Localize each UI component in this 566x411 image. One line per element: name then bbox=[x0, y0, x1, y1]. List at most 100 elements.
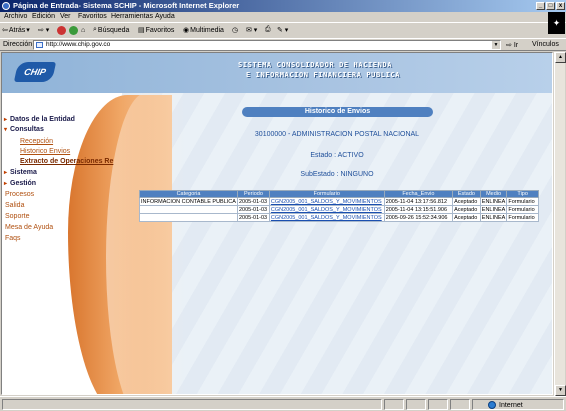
address-label: Dirección bbox=[3, 41, 33, 48]
nav-consultas[interactable]: ▾ Consultas bbox=[4, 126, 44, 133]
address-input[interactable]: http://www.chip.gov.co ▼ bbox=[33, 40, 501, 50]
history-table: Categoria Periodo Formulario Fecha_Envio… bbox=[139, 190, 539, 222]
menu-herramientas[interactable]: Herramientas bbox=[111, 13, 153, 20]
ie-icon bbox=[2, 2, 10, 10]
mail-icon: ✉ ▾ bbox=[246, 27, 258, 34]
header-title-line2: E INFORMACION FINANCIERA PUBLICA bbox=[246, 71, 401, 79]
nav-sistema[interactable]: ▸ Sistema bbox=[4, 169, 37, 176]
col-periodo: Periodo bbox=[236, 190, 270, 198]
cell-medio: ENLINEA bbox=[479, 197, 508, 206]
dropdown-icon: ▾ bbox=[26, 27, 30, 34]
nav-datos-label: Datos de la Entidad bbox=[10, 116, 75, 123]
entity-substatus: SubEstado : NINGUNO bbox=[300, 171, 374, 178]
cell-formulario-link[interactable]: CGN2005_001_SALDOS_Y_MOVIMIENTOS bbox=[268, 197, 385, 206]
chevron-down-icon[interactable]: ▼ bbox=[492, 41, 500, 49]
refresh-icon bbox=[69, 25, 78, 35]
cell-formulario-link[interactable]: CGN2005_001_SALDOS_Y_MOVIMIENTOS bbox=[268, 205, 385, 214]
back-label: Atrás bbox=[8, 26, 26, 34]
cell-tipo: Formulario bbox=[506, 213, 539, 222]
table-row: INFORMACION CONTABLE PUBLICA 2005-01-03 … bbox=[139, 197, 539, 206]
multimedia-icon: ◉ bbox=[183, 27, 190, 34]
vertical-scrollbar[interactable]: ▲ ▼ bbox=[554, 52, 566, 396]
status-bar: Internet bbox=[0, 396, 566, 411]
multimedia-button[interactable]: ◉ Multimedia bbox=[183, 25, 224, 35]
menu-edicion[interactable]: Edición bbox=[32, 13, 55, 20]
nav-recepcion[interactable]: Recepción bbox=[20, 138, 53, 145]
nav-consultas-label: Consultas bbox=[10, 126, 44, 133]
nav-sistema-label: Sistema bbox=[10, 169, 37, 176]
cell-categoria bbox=[139, 213, 238, 222]
menu-ver[interactable]: Ver bbox=[60, 13, 71, 20]
cell-fecha: 2005-11-04 13:17:56.812 bbox=[383, 197, 454, 206]
scroll-down-button[interactable]: ▼ bbox=[555, 385, 566, 396]
header-title-line1: SISTEMA CONSOLIDADOR DE HACIENDA bbox=[238, 61, 393, 69]
scroll-up-button[interactable]: ▲ bbox=[555, 52, 566, 63]
page-content: CHIP SISTEMA CONSOLIDADOR DE HACIENDA E … bbox=[1, 52, 553, 395]
print-button[interactable]: ⎙ bbox=[265, 25, 271, 35]
windows-logo-icon: ✦ bbox=[548, 12, 565, 34]
status-pane bbox=[384, 399, 404, 410]
status-text-pane bbox=[2, 399, 382, 410]
cell-fecha: 2005-09-26 15:52:34.906 bbox=[383, 213, 454, 222]
menu-archivo[interactable]: Archivo bbox=[4, 13, 27, 20]
nav-procesos[interactable]: Procesos bbox=[5, 191, 34, 198]
swoosh-highlight bbox=[106, 93, 186, 394]
nav-soporte[interactable]: Soporte bbox=[5, 213, 30, 220]
site-header: CHIP SISTEMA CONSOLIDADOR DE HACIENDA E … bbox=[2, 53, 552, 93]
status-pane bbox=[428, 399, 448, 410]
title-bar: Página de Entrada- Sistema SCHIP - Micro… bbox=[0, 0, 566, 12]
cell-estado: Aceptado bbox=[452, 205, 481, 214]
nav-extracto-operaciones[interactable]: Extracto de Operaciones Re bbox=[20, 158, 113, 165]
go-button[interactable]: ⇨ Ir bbox=[506, 41, 518, 49]
links-button[interactable]: Vínculos bbox=[532, 41, 559, 48]
back-button[interactable]: ⇦ Atrás ▾ bbox=[2, 25, 30, 35]
history-button[interactable]: ◷ bbox=[232, 25, 238, 35]
page-icon bbox=[36, 42, 43, 48]
menu-favoritos[interactable]: Favoritos bbox=[78, 13, 107, 20]
cell-estado: Aceptado bbox=[452, 197, 481, 206]
cell-formulario-link[interactable]: CGN2005_001_SALDOS_Y_MOVIMIENTOS bbox=[268, 213, 385, 222]
globe-icon bbox=[488, 401, 496, 409]
col-tipo: Tipo bbox=[506, 190, 539, 198]
col-categoria: Categoria bbox=[139, 190, 238, 198]
search-label: Búsqueda bbox=[97, 26, 130, 34]
table-row: 2005-01-03 CGN2005_001_SALDOS_Y_MOVIMIEN… bbox=[139, 205, 539, 214]
nav-mesa-ayuda[interactable]: Mesa de Ayuda bbox=[5, 224, 53, 231]
entity-status: Estado : ACTIVO bbox=[310, 152, 364, 159]
close-button[interactable]: x bbox=[556, 2, 565, 10]
nav-historico-envios[interactable]: Historico Envios bbox=[20, 148, 70, 155]
stop-button[interactable] bbox=[57, 25, 66, 35]
mail-button[interactable]: ✉ ▾ bbox=[246, 25, 257, 35]
cell-tipo: Formulario bbox=[506, 205, 539, 214]
cell-medio: ENLINEA bbox=[479, 213, 508, 222]
go-arrow-icon: ⇨ bbox=[506, 42, 512, 49]
status-pane bbox=[450, 399, 470, 410]
nav-faqs[interactable]: Faqs bbox=[5, 235, 21, 242]
maximize-button[interactable]: □ bbox=[546, 2, 555, 10]
forward-button[interactable]: ⇨ ▾ bbox=[38, 25, 49, 35]
search-button[interactable]: ⌕ Búsqueda bbox=[93, 25, 129, 35]
cell-medio: ENLINEA bbox=[479, 205, 508, 214]
window-title: Página de Entrada- Sistema SCHIP - Micro… bbox=[13, 1, 240, 10]
nav-datos-entidad[interactable]: ▸ Datos de la Entidad bbox=[4, 116, 75, 123]
col-formulario: Formulario bbox=[268, 190, 385, 198]
cell-categoria: INFORMACION CONTABLE PUBLICA bbox=[139, 197, 238, 206]
main-background bbox=[142, 93, 552, 394]
nav-salida[interactable]: Salida bbox=[5, 202, 24, 209]
edit-icon: ✎ ▾ bbox=[277, 27, 289, 34]
favorites-label: Favoritos bbox=[145, 26, 175, 34]
back-arrow-icon: ⇦ bbox=[2, 27, 8, 34]
go-label: Ir bbox=[513, 42, 519, 49]
minimize-button[interactable]: _ bbox=[536, 2, 545, 10]
refresh-button[interactable] bbox=[69, 25, 78, 35]
edit-button[interactable]: ✎ ▾ bbox=[277, 25, 288, 35]
favorites-button[interactable]: ▤ Favoritos bbox=[138, 25, 174, 35]
menu-ayuda[interactable]: Ayuda bbox=[155, 13, 175, 20]
print-icon: ⎙ bbox=[265, 26, 271, 33]
col-estado: Estado bbox=[452, 190, 481, 198]
zone-label: Internet bbox=[499, 401, 523, 409]
stop-icon bbox=[57, 25, 66, 35]
history-icon: ◷ bbox=[232, 27, 239, 34]
nav-gestion[interactable]: ▸ Gestión bbox=[4, 180, 36, 187]
home-button[interactable]: ⌂ bbox=[81, 25, 85, 35]
